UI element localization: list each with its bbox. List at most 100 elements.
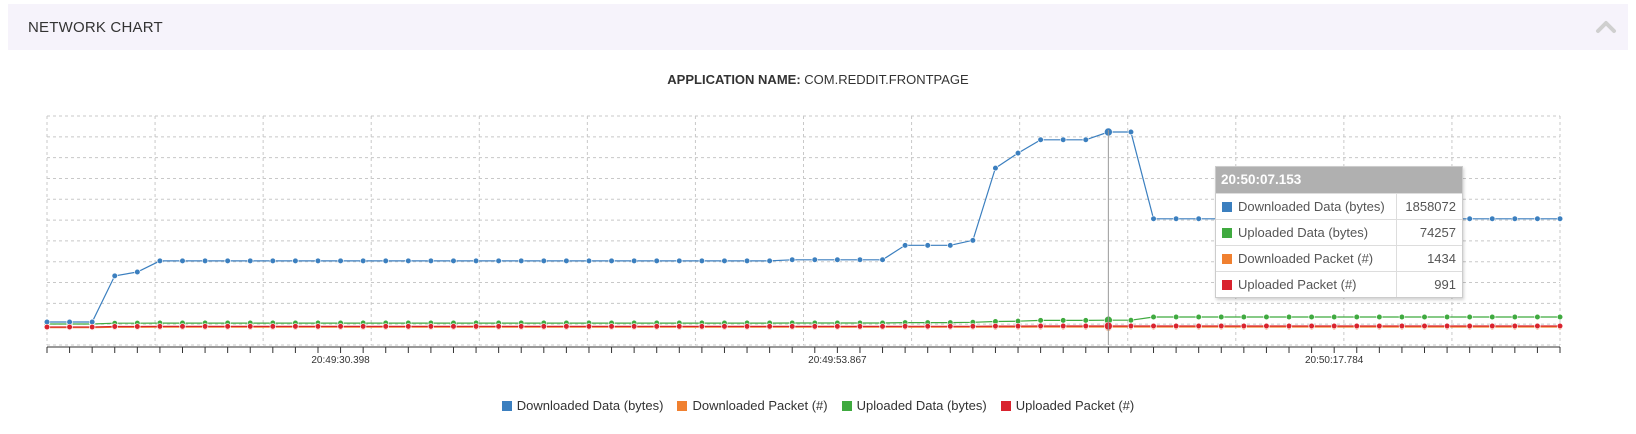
data-point <box>1218 313 1225 321</box>
data-point <box>518 257 525 264</box>
data-point <box>1150 322 1157 330</box>
data-point <box>337 257 344 264</box>
data-point <box>314 257 322 264</box>
data-point <box>902 242 909 249</box>
data-point <box>1466 313 1473 321</box>
tooltip-row: Uploaded Data (bytes) 74257 <box>1216 219 1462 246</box>
data-point <box>540 257 547 264</box>
data-point <box>1534 215 1541 222</box>
data-point <box>969 323 976 330</box>
data-point <box>631 257 638 264</box>
data-point <box>1263 313 1270 321</box>
data-point <box>1489 313 1496 321</box>
data-point <box>111 323 118 330</box>
data-point <box>698 257 705 264</box>
tooltip-table: Downloaded Data (bytes) 1858072 Uploaded D… <box>1216 193 1462 297</box>
data-point <box>405 257 412 264</box>
data-point <box>631 323 638 330</box>
legend-label: Uploaded Packet (#) <box>1015 398 1135 413</box>
data-point <box>1331 322 1338 330</box>
tooltip-series-label: Uploaded Packet (#) <box>1238 277 1357 292</box>
data-point <box>1014 322 1022 330</box>
data-point <box>1308 313 1315 321</box>
data-point <box>43 323 51 331</box>
tooltip-series-name: Downloaded Packet (#) <box>1216 245 1397 272</box>
tooltip-swatch-icon <box>1222 254 1232 264</box>
data-point <box>1240 322 1247 330</box>
data-point <box>1443 322 1451 330</box>
data-point <box>856 256 864 263</box>
data-point <box>653 257 660 264</box>
data-point <box>1173 322 1180 330</box>
tooltip-series-value: 991 <box>1396 271 1462 297</box>
chart-legend: Downloaded Data (bytes) Downloaded Packet… <box>0 398 1636 413</box>
data-point <box>269 257 276 264</box>
data-point <box>495 323 502 330</box>
data-point <box>111 272 118 279</box>
data-point <box>472 323 480 330</box>
legend-swatch-icon <box>841 401 852 411</box>
data-point <box>1037 317 1044 324</box>
data-point <box>1511 313 1518 321</box>
tooltip-series-name: Uploaded Packet (#) <box>1216 271 1397 297</box>
data-point <box>247 323 254 330</box>
data-point <box>1421 322 1428 330</box>
data-point <box>1195 322 1202 330</box>
data-point <box>1556 313 1564 321</box>
data-point <box>721 323 728 330</box>
data-point <box>992 323 999 330</box>
tooltip-series-value: 1858072 <box>1396 193 1462 220</box>
data-point <box>405 323 412 330</box>
data-point <box>969 237 976 244</box>
data-point <box>156 323 164 330</box>
data-point <box>947 323 954 330</box>
data-point <box>1240 313 1247 321</box>
legend-label: Downloaded Data (bytes) <box>516 398 664 413</box>
data-point <box>1285 322 1293 330</box>
tooltip-series-name: Downloaded Data (bytes) <box>1216 193 1397 220</box>
data-point <box>902 323 909 330</box>
tooltip-series-label: Uploaded Data (bytes) <box>1238 225 1369 240</box>
data-point <box>1398 322 1406 330</box>
data-point <box>879 323 886 330</box>
tooltip-swatch-icon <box>1222 280 1232 290</box>
data-point <box>1308 322 1315 330</box>
data-point <box>1534 313 1541 321</box>
x-tick-label: 20:49:30.398 <box>311 355 370 366</box>
tooltip-swatch-icon <box>1222 202 1232 212</box>
data-point <box>1060 136 1067 143</box>
data-point <box>924 323 931 330</box>
legend-item[interactable]: Downloaded Data (bytes) <box>501 398 664 413</box>
data-point <box>676 257 683 264</box>
data-point <box>1060 317 1067 324</box>
data-point <box>879 256 886 263</box>
legend-item[interactable]: Downloaded Packet (#) <box>677 398 828 413</box>
data-point <box>1127 128 1135 136</box>
data-point <box>1127 317 1135 324</box>
data-point <box>1376 313 1383 321</box>
data-point <box>1060 322 1067 330</box>
data-point <box>427 323 434 330</box>
data-point <box>337 323 344 330</box>
legend-label: Downloaded Packet (#) <box>692 398 828 413</box>
data-point <box>1489 322 1496 330</box>
data-point <box>201 323 209 330</box>
tooltip-row: Downloaded Packet (#) 1434 <box>1216 245 1462 272</box>
data-point <box>1082 322 1089 330</box>
tooltip-row: Downloaded Data (bytes) 1858072 <box>1216 193 1462 220</box>
data-point <box>563 323 570 330</box>
tooltip-series-label: Downloaded Packet (#) <box>1238 251 1374 266</box>
data-point <box>1376 322 1383 330</box>
data-point <box>1263 322 1270 330</box>
data-point <box>1511 215 1518 222</box>
data-point <box>743 323 751 330</box>
data-point <box>314 323 322 330</box>
data-point <box>1285 313 1293 321</box>
data-point <box>698 323 705 330</box>
data-point <box>1534 322 1541 330</box>
legend-item[interactable]: Uploaded Data (bytes) <box>841 398 987 413</box>
data-point <box>1466 322 1473 330</box>
data-point <box>382 257 389 264</box>
data-point <box>201 257 209 264</box>
legend-item[interactable]: Uploaded Packet (#) <box>1000 398 1135 413</box>
